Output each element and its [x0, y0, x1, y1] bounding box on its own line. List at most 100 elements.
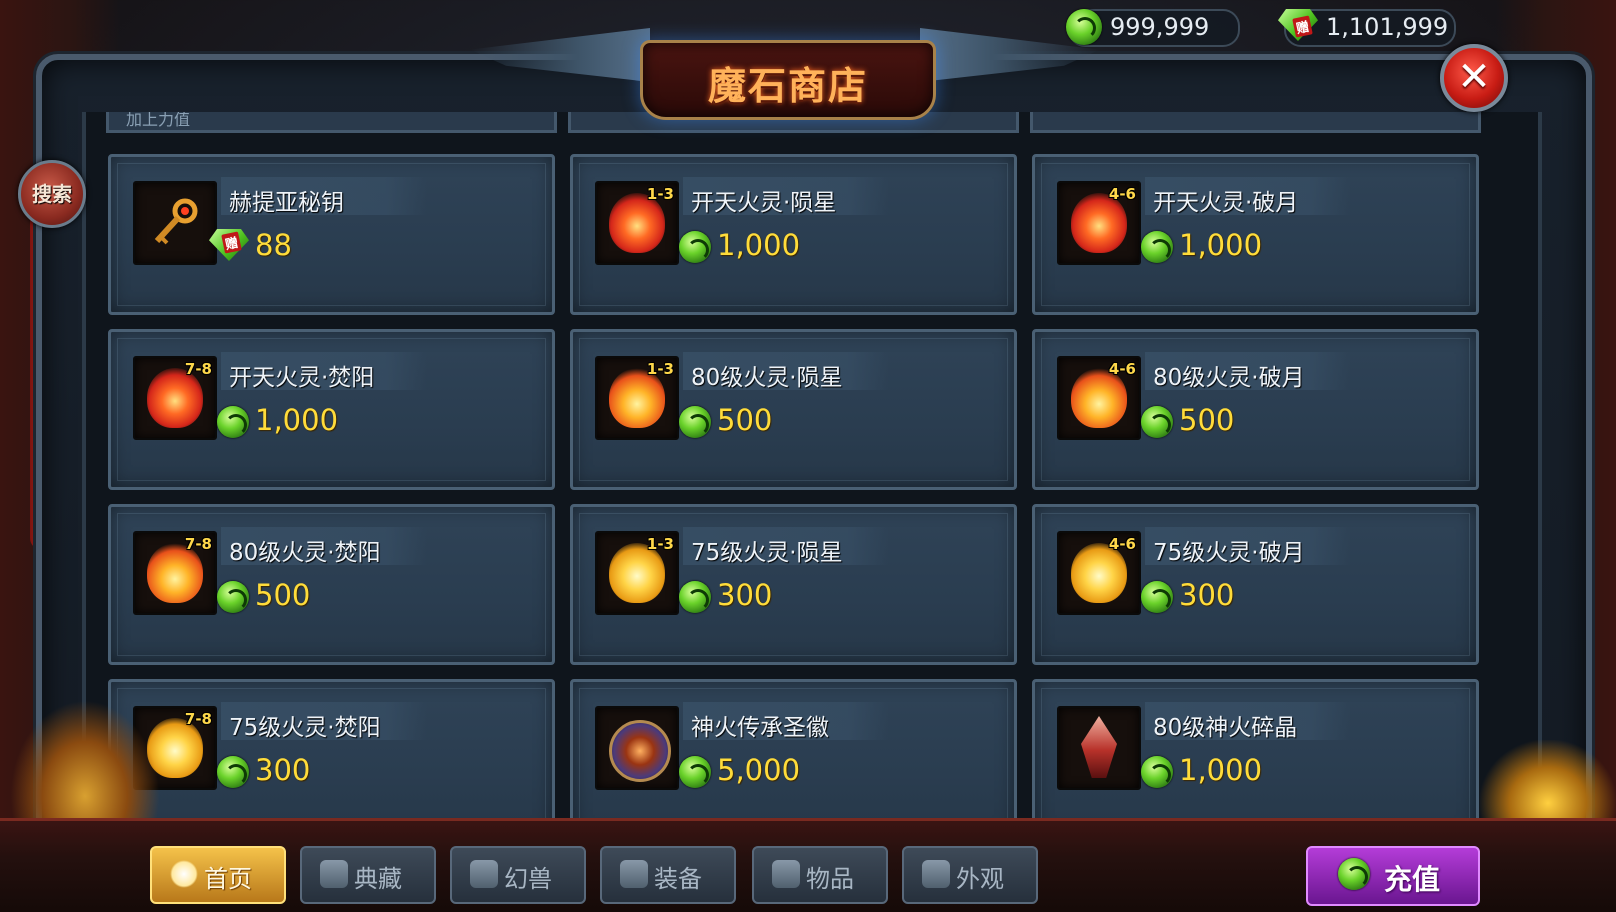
tab-scroll[interactable]: 典藏 [300, 846, 436, 904]
tab-label: 外观 [956, 865, 1004, 893]
magic-stone-icon [217, 406, 249, 438]
tier-badge: 4-6 [1108, 185, 1136, 203]
scroll-icon [320, 860, 348, 888]
emblem-icon [609, 720, 671, 782]
shop-item-card[interactable]: 1-3 开天火灵·陨星 1,000 [570, 154, 1017, 315]
item-icon-frame [595, 706, 679, 790]
tab-label: 典藏 [354, 865, 402, 893]
tier-badge: 7-8 [184, 360, 212, 378]
shop-item-card[interactable]: 80级神火碎晶 1,000 [1032, 679, 1479, 824]
item-price: 300 [1179, 578, 1235, 612]
item-price: 1,000 [255, 403, 339, 437]
item-price: 500 [1179, 403, 1235, 437]
item-name-bar: 神火传承圣徽 [683, 702, 889, 741]
item-price: 300 [717, 578, 773, 612]
shop-item-card[interactable]: 赫提亚秘钥赠 88 [108, 154, 555, 315]
item-name-bar: 75级火灵·陨星 [683, 527, 889, 566]
item-name-bar: 开天火灵·破月 [1145, 177, 1351, 216]
armor-icon [922, 860, 950, 888]
item-icon-frame: 1-3 [595, 181, 679, 265]
shop-item-card[interactable]: 7-8 80级火灵·焚阳 500 [108, 504, 555, 665]
item-name: 开天火灵·焚阳 [229, 365, 375, 391]
item-price: 1,000 [1179, 753, 1263, 787]
magic-stone-icon [679, 231, 711, 263]
gift-stone-balance: 赠 1,101,999 [1278, 9, 1456, 47]
item-name: 80级火灵·破月 [1153, 365, 1305, 391]
close-icon: ✕ [1457, 54, 1491, 100]
partial-row-label: 加上力值 [126, 112, 191, 129]
magic-stone-icon [217, 756, 249, 788]
item-price: 500 [255, 578, 311, 612]
treasure-pile-left [10, 700, 160, 820]
item-name: 80级神火碎晶 [1153, 715, 1298, 741]
item-name: 80级火灵·陨星 [691, 365, 843, 391]
item-name-bar: 80级火灵·破月 [1145, 352, 1351, 391]
item-name: 神火传承圣徽 [691, 715, 829, 741]
tab-label: 装备 [654, 865, 702, 893]
search-button[interactable]: 搜索 [18, 160, 86, 228]
shop-item-card[interactable]: 4-6 75级火灵·破月 300 [1032, 504, 1479, 665]
magic-stone-icon [1141, 406, 1173, 438]
item-price: 5,000 [717, 753, 801, 787]
shop-item-panel[interactable]: 加上力值 赫提亚秘钥赠 88 1-3 开天火灵·陨星 1,000 4-6 开天火灵·破月 1,… [82, 112, 1542, 824]
tab-label: 物品 [806, 865, 854, 893]
item-name-bar: 80级火灵·焚阳 [221, 527, 427, 566]
shop-item-card[interactable]: 4-6 开天火灵·破月 1,000 [1032, 154, 1479, 315]
shop-item-card[interactable]: 1-3 80级火灵·陨星 500 [570, 329, 1017, 490]
tab-label: 幻兽 [504, 865, 552, 893]
tier-badge: 1-3 [646, 360, 674, 378]
tab-home[interactable]: 首页 [150, 846, 286, 904]
tab-label: 首页 [204, 865, 252, 893]
close-button[interactable]: ✕ [1440, 44, 1508, 112]
page-title: 魔石商店 [707, 63, 868, 108]
tier-badge: 1-3 [646, 185, 674, 203]
tier-badge: 4-6 [1108, 535, 1136, 553]
tab-axe[interactable]: 装备 [600, 846, 736, 904]
item-icon-frame: 7-8 [133, 356, 217, 440]
item-price: 1,000 [717, 228, 801, 262]
item-name: 75级火灵·焚阳 [229, 715, 381, 741]
item-price: 1,000 [1179, 228, 1263, 262]
axe-icon [620, 860, 648, 888]
shop-item-card[interactable]: 7-8 开天火灵·焚阳 1,000 [108, 329, 555, 490]
magic-stone-icon [679, 406, 711, 438]
magic-stone-icon [1141, 581, 1173, 613]
recharge-label: 充值 [1384, 863, 1441, 896]
item-name: 75级火灵·破月 [1153, 540, 1305, 566]
recharge-button[interactable]: 充值 [1306, 846, 1480, 906]
item-price: 500 [717, 403, 773, 437]
item-name-bar: 开天火灵·陨星 [683, 177, 889, 216]
gift-stone-amount: 1,101,999 [1326, 13, 1449, 41]
item-name: 开天火灵·陨星 [691, 190, 837, 216]
item-name-bar: 75级火灵·破月 [1145, 527, 1351, 566]
shop-item-card[interactable]: 1-3 75级火灵·陨星 300 [570, 504, 1017, 665]
tab-armor[interactable]: 外观 [902, 846, 1038, 904]
magic-stone-icon [1338, 858, 1370, 890]
flower-icon [772, 860, 800, 888]
tab-beast[interactable]: 幻兽 [450, 846, 586, 904]
tab-flower[interactable]: 物品 [752, 846, 888, 904]
item-icon-frame [1057, 706, 1141, 790]
item-icon-frame: 1-3 [595, 356, 679, 440]
search-label: 搜索 [32, 182, 72, 206]
partial-card [1030, 112, 1481, 133]
item-price: 300 [255, 753, 311, 787]
item-name-bar: 80级火灵·陨星 [683, 352, 889, 391]
shop-item-card[interactable]: 4-6 80级火灵·破月 500 [1032, 329, 1479, 490]
magic-stone-icon [1141, 231, 1173, 263]
item-icon-frame: 4-6 [1057, 531, 1141, 615]
shop-item-card[interactable]: 7-8 75级火灵·焚阳 300 [108, 679, 555, 824]
item-name-bar: 开天火灵·焚阳 [221, 352, 427, 391]
item-name: 赫提亚秘钥 [229, 190, 344, 216]
magic-stone-icon [679, 581, 711, 613]
magic-stone-balance: 999,999 [1066, 9, 1240, 47]
item-icon-frame: 4-6 [1057, 181, 1141, 265]
beast-icon [470, 860, 498, 888]
item-icon-frame: 7-8 [133, 531, 217, 615]
item-name: 开天火灵·破月 [1153, 190, 1299, 216]
gift-tag: 赠 [221, 231, 242, 254]
tier-badge: 7-8 [184, 535, 212, 553]
shop-item-card[interactable]: 神火传承圣徽 5,000 [570, 679, 1017, 824]
magic-stone-icon [1066, 9, 1102, 45]
item-price: 88 [255, 228, 292, 262]
